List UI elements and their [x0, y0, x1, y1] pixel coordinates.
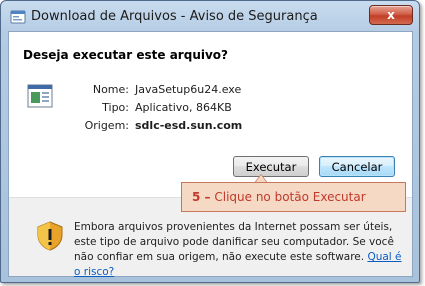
window-title: Download de Arquivos - Aviso de Seguranç… [31, 9, 318, 24]
dialog-question: Deseja executar este arquivo? [23, 48, 228, 62]
instruction-callout: 5 – Clique no botão Executar [181, 182, 406, 212]
dialog-body: Deseja executar este arquivo? Nome: Java… [8, 31, 413, 280]
warning-message: Embora arquivos provenientes da Internet… [74, 221, 394, 263]
name-label: Nome: [92, 83, 129, 96]
callout-step: 5 – [192, 190, 211, 204]
title-bar[interactable]: Download de Arquivos - Aviso de Seguranç… [1, 1, 419, 33]
security-warning-text: Embora arquivos provenientes da Internet… [74, 220, 404, 280]
close-button[interactable]: x [369, 5, 413, 25]
origin-value: sdlc-esd.sun.com [135, 119, 243, 132]
callout-text: Clique no botão Executar [214, 190, 366, 204]
type-value: Aplicativo, 864KB [135, 101, 232, 114]
security-warning-window: Download de Arquivos - Aviso de Seguranç… [0, 0, 420, 283]
origin-label: Origem: [84, 119, 129, 132]
close-icon: x [387, 8, 395, 22]
name-value: JavaSetup6u24.exe [135, 83, 242, 96]
file-info-panel: Deseja executar este arquivo? Nome: Java… [9, 32, 412, 197]
run-button[interactable]: Executar [233, 156, 309, 177]
executable-file-icon [27, 84, 53, 108]
type-label: Tipo: [102, 101, 129, 114]
cancel-button[interactable]: Cancelar [319, 156, 395, 177]
ie-icon [10, 10, 26, 24]
security-shield-icon [37, 221, 63, 251]
